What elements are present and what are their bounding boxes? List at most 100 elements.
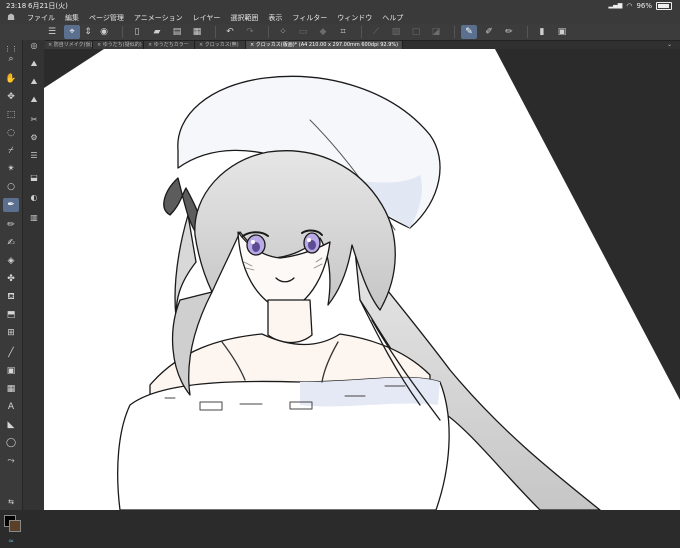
swap-colors-icon[interactable]: ⇆: [3, 495, 19, 509]
device-icon[interactable]: ▮: [534, 25, 550, 39]
battery-icon: [656, 2, 672, 10]
menu-file[interactable]: ファイル: [22, 12, 60, 24]
navigator-icon[interactable]: ⛰: [27, 76, 41, 88]
menu-page[interactable]: ページ管理: [84, 12, 129, 24]
pen-tool-icon[interactable]: ✒: [3, 198, 19, 212]
crop-icon[interactable]: ⌗: [335, 25, 351, 39]
modifier-key-icon[interactable]: ⌖: [64, 25, 80, 39]
tool-property-icon[interactable]: ⚙: [27, 132, 41, 144]
tool-palette: ⋮⋮ ⌕ ✋ ✥ ⬚ ◌ ⌿ ✴ ○ ✒ ✏ ✍ ◈ ✤ ⛾ ⬒ ⊞ ╱ ▣ ▦…: [0, 40, 22, 545]
correction-icon[interactable]: ⤳: [3, 454, 19, 468]
redo-icon[interactable]: ↷: [242, 25, 258, 39]
wifi-icon: ◠: [626, 2, 633, 10]
new-file-icon[interactable]: ▯: [129, 25, 145, 39]
gradient-icon[interactable]: ⬒: [3, 308, 19, 322]
background-color-swatch[interactable]: [9, 520, 21, 532]
menu-help[interactable]: ヘルプ: [377, 12, 408, 24]
tab-doc-3[interactable]: × ゆうだちカラー: [144, 41, 195, 49]
sparkle-icon[interactable]: ✴: [3, 162, 19, 176]
history-icon[interactable]: ▥: [27, 212, 41, 224]
tab-doc-active[interactable]: × クロッカス(版画)* (A4 210.00 x 297.00mm 600dp…: [246, 41, 404, 49]
open-folder-icon[interactable]: ▰: [149, 25, 165, 39]
blend-icon[interactable]: ✤: [3, 272, 19, 286]
divider: [527, 26, 528, 38]
command-bar: ☰ ⌖ ⇕ ◉ ▯ ▰ ▤ ▦ ↶ ↷ ⁘ ▭ ◆ ⌗ ⟋ ▧ ▢ ◪ ✎ ✐ …: [0, 24, 680, 41]
sub-tool-bar: ◎ ⛰ ⛰ ⛰ ✂ ⚙ ☰ ⬓ ◐ ▥: [22, 40, 45, 510]
zoom-icon[interactable]: ⌕: [3, 52, 19, 66]
divider: [268, 26, 269, 38]
sub-tool-icon[interactable]: ✂: [27, 114, 41, 126]
transform-icon[interactable]: ◪: [428, 25, 444, 39]
artwork-canvas[interactable]: [44, 49, 680, 510]
divider: [122, 26, 123, 38]
line-icon[interactable]: ╱: [3, 346, 19, 360]
menu-animation[interactable]: アニメーション: [129, 12, 188, 24]
edit-settings-icon[interactable]: ▣: [554, 25, 570, 39]
invert-selection-icon[interactable]: ▧: [388, 25, 404, 39]
ruler-icon[interactable]: ◣: [3, 418, 19, 432]
eraser-icon[interactable]: ◈: [3, 254, 19, 268]
pencil-icon[interactable]: ✏: [501, 25, 517, 39]
tab-doc-4[interactable]: × クロッカス(無): [195, 41, 246, 49]
divider: [361, 26, 362, 38]
stepper-icon[interactable]: ⇕: [84, 25, 92, 39]
circle-select-icon[interactable]: ○: [3, 180, 19, 194]
hand-icon[interactable]: ✋: [3, 72, 19, 86]
save-icon[interactable]: ▤: [169, 25, 185, 39]
tab-label: ゆうだちカラー: [153, 42, 189, 48]
canvas-area[interactable]: [44, 49, 680, 510]
layers-icon[interactable]: ☰: [27, 150, 41, 162]
menu-view[interactable]: 表示: [263, 12, 287, 24]
pen-icon[interactable]: ✎: [461, 25, 477, 39]
deselect-icon[interactable]: ⟋: [368, 25, 384, 39]
text-icon[interactable]: A: [3, 400, 19, 414]
balloon-icon[interactable]: ◯: [3, 436, 19, 450]
divider: [454, 26, 455, 38]
menu-window[interactable]: ウィンドウ: [332, 12, 377, 24]
fill-bucket-icon[interactable]: ⛾: [3, 290, 19, 304]
chevron-down-icon[interactable]: ⌄: [659, 41, 680, 49]
menu-bar: ☗ ファイル 編集 ページ管理 アニメーション レイヤー 選択範囲 表示 フィル…: [0, 12, 680, 24]
tab-doc-2[interactable]: × ゆうだち(疑似的): [93, 41, 144, 49]
view-icon[interactable]: ◉: [96, 25, 112, 39]
clear-icon[interactable]: ▭: [295, 25, 311, 39]
divider: [215, 26, 216, 38]
battery-percent: 96%: [636, 2, 652, 10]
undo-icon[interactable]: ↶: [222, 25, 238, 39]
pencil-tool-icon[interactable]: ✏: [3, 218, 19, 232]
menu-edit[interactable]: 編集: [60, 12, 84, 24]
left-eye-highlight: [251, 240, 255, 244]
brush-icon[interactable]: ✐: [481, 25, 497, 39]
menu-filter[interactable]: フィルター: [287, 12, 332, 24]
figure-icon[interactable]: ▣: [3, 364, 19, 378]
menu-layer[interactable]: レイヤー: [188, 12, 226, 24]
material-icon[interactable]: ⛰: [27, 94, 41, 106]
image-icon[interactable]: ⬓: [27, 172, 41, 184]
tab-label: クロッカス(版画)* (A4 210.00 x 297.00mm 600dpi …: [255, 42, 399, 48]
menu-selection[interactable]: 選択範囲: [225, 12, 263, 24]
hamburger-menu-icon[interactable]: ☰: [44, 25, 60, 39]
brush-tool-icon[interactable]: ✍: [3, 236, 19, 250]
clip-studio-logo-icon[interactable]: ☗: [0, 12, 22, 24]
tab-label: クロッカス(無): [204, 42, 239, 48]
transparent-color-icon[interactable]: ≈: [3, 534, 19, 548]
layer-property-icon[interactable]: ◎: [27, 40, 41, 52]
eyedropper-icon[interactable]: ⌿: [3, 144, 19, 158]
tab-label: ゆうだち(疑似的): [102, 42, 142, 48]
layer-panel-icon[interactable]: ⛰: [27, 58, 41, 70]
frame-icon[interactable]: ▦: [3, 382, 19, 396]
lasso-icon[interactable]: ⁘: [275, 25, 291, 39]
object-select-icon[interactable]: ⬚: [3, 108, 19, 122]
pattern-icon[interactable]: ⊞: [3, 326, 19, 340]
status-bar: 23:18 6月21日(火) ▂▄▆ ◠ 96%: [0, 0, 680, 12]
neck: [267, 299, 313, 344]
tab-doc-1[interactable]: × 防自リメイク(仮): [44, 41, 93, 49]
expand-selection-icon[interactable]: ▢: [408, 25, 424, 39]
status-date: 6月21日(火): [28, 2, 68, 10]
color-wheel-icon[interactable]: ◐: [27, 192, 41, 204]
lasso-select-icon[interactable]: ◌: [3, 126, 19, 140]
fill-icon[interactable]: ◆: [315, 25, 331, 39]
move-icon[interactable]: ✥: [3, 90, 19, 104]
right-eye-highlight: [307, 238, 311, 242]
export-icon[interactable]: ▦: [189, 25, 205, 39]
